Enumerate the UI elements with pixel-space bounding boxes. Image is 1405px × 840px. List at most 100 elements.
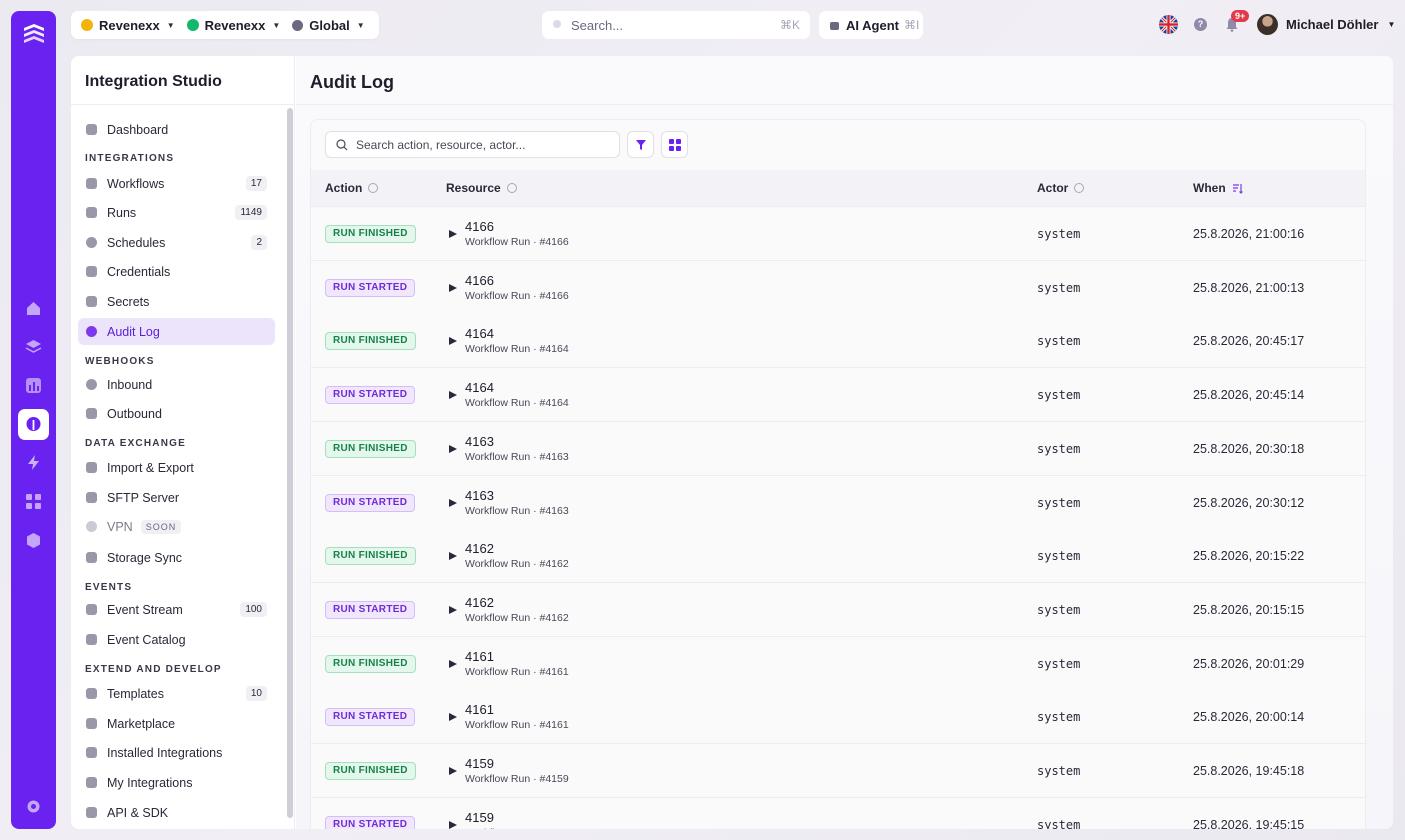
cube-icon[interactable] xyxy=(24,531,43,550)
home-icon[interactable] xyxy=(24,299,43,318)
play-icon xyxy=(449,552,457,561)
resource-type: Workflow Run · #4163 xyxy=(465,450,569,463)
sidebar-item-label: Outbound xyxy=(107,406,162,421)
resource-type: Workflow Run · #4161 xyxy=(465,719,569,732)
resource-id[interactable]: 4159 xyxy=(465,810,494,825)
sidebar-scrollbar[interactable] xyxy=(287,108,293,818)
sidebar-item-workflows[interactable]: Workflows 17 xyxy=(78,170,275,197)
sidebar-item-audit-log[interactable]: Audit Log xyxy=(78,318,275,345)
help-icon[interactable]: ? xyxy=(1194,18,1207,31)
ai-agent-button[interactable]: AI Agent ⌘I xyxy=(819,11,923,39)
table-row[interactable]: RUN STARTED 4162 Workflow Run · #4162 syste… xyxy=(311,582,1365,637)
resource-id[interactable]: 4159 xyxy=(465,756,494,771)
resource-id[interactable]: 4163 xyxy=(465,488,494,503)
page-title: Audit Log xyxy=(310,72,394,92)
content-area: Audit Log Search action, resource, actor… xyxy=(296,56,1393,829)
audit-search-input[interactable]: Search action, resource, actor... xyxy=(325,131,620,158)
sidebar-item-label: My Integrations xyxy=(107,775,193,790)
resource-type: Workflow Run · #4164 xyxy=(465,343,569,356)
sidebar-item-inbound[interactable]: Inbound xyxy=(78,371,275,398)
user-menu[interactable]: Michael Döhler ▼ xyxy=(1257,14,1395,35)
column-header-actor[interactable]: Actor xyxy=(1037,181,1085,195)
sidebar-item-my-integrations[interactable]: My Integrations xyxy=(78,769,275,796)
table-row[interactable]: RUN STARTED 4164 Workflow Run · #4164 syste… xyxy=(311,368,1365,423)
actor-value: system xyxy=(1037,549,1081,564)
sidebar-item-outbound[interactable]: Outbound xyxy=(78,400,275,427)
global-search[interactable]: Search... ⌘K xyxy=(542,11,810,39)
ai-agent-shortcut: ⌘I xyxy=(903,18,920,32)
sidebar-item-templates[interactable]: Templates 10 xyxy=(78,680,275,707)
table-row[interactable]: RUN STARTED 4159 Workflow Run · #4159 syste… xyxy=(311,797,1365,829)
divider xyxy=(296,104,1393,105)
column-header-resource[interactable]: Resource xyxy=(446,181,517,195)
sidebar-item-schedules[interactable]: Schedules 2 xyxy=(78,229,275,256)
timestamp: 25.8.2026, 20:30:12 xyxy=(1193,495,1305,510)
apps-grid-icon[interactable] xyxy=(24,492,43,511)
play-icon xyxy=(449,659,457,668)
sidebar-item-marketplace[interactable]: Marketplace xyxy=(78,710,275,737)
sidebar-item-label: Templates xyxy=(107,686,164,701)
org-pill-2[interactable]: Revenexx ▼ xyxy=(186,18,280,33)
count-badge: 1149 xyxy=(235,205,267,220)
column-header-when[interactable]: When xyxy=(1193,181,1243,195)
resource-id[interactable]: 4161 xyxy=(465,649,494,664)
settings-gear-icon[interactable] xyxy=(24,797,43,816)
sidebar-item-label: SFTP Server xyxy=(107,490,180,505)
table-row[interactable]: RUN FINISHED 4159 Workflow Run · #4159 syst… xyxy=(311,744,1365,798)
resource-id[interactable]: 4164 xyxy=(465,326,494,341)
column-header-action[interactable]: Action xyxy=(325,181,379,195)
user-name: Michael Döhler xyxy=(1286,17,1379,32)
table-row[interactable]: RUN STARTED 4163 Workflow Run · #4163 syste… xyxy=(311,475,1365,530)
language-uk-flag-icon[interactable] xyxy=(1159,15,1178,34)
play-icon xyxy=(449,767,457,775)
sidebar-item-api-sdk[interactable]: API & SDK xyxy=(78,799,275,826)
analytics-icon[interactable] xyxy=(24,376,43,395)
sidebar-item-import-export[interactable]: Import & Export xyxy=(78,454,275,481)
action-badge: RUN FINISHED xyxy=(325,547,416,566)
resource-id[interactable]: 4162 xyxy=(465,541,494,556)
region-pill[interactable]: Global ▼ xyxy=(292,18,365,33)
table-row[interactable]: RUN FINISHED 4161 Workflow Run · #4161 syst… xyxy=(311,636,1365,691)
layers-icon[interactable] xyxy=(24,337,43,356)
avatar xyxy=(1257,14,1278,35)
sidebar-item-event-catalog[interactable]: Event Catalog xyxy=(78,626,275,653)
play-icon xyxy=(449,230,457,238)
resource-id[interactable]: 4161 xyxy=(465,702,494,717)
resource-id[interactable]: 4164 xyxy=(465,380,494,395)
resource-id[interactable]: 4162 xyxy=(465,595,494,610)
table-row[interactable]: RUN FINISHED 4164 Workflow Run · #4164 syst… xyxy=(311,314,1365,369)
app-logo-icon[interactable] xyxy=(20,22,47,49)
actor-value: system xyxy=(1037,334,1081,349)
sidebar-item-secrets[interactable]: Secrets xyxy=(78,288,275,315)
sidebar-section-events: EVENTS xyxy=(85,582,133,593)
columns-button[interactable] xyxy=(661,131,688,158)
sidebar-item-credentials[interactable]: Credentials xyxy=(78,258,275,285)
audit-shield-icon xyxy=(86,326,97,337)
table-row[interactable]: RUN FINISHED 4163 Workflow Run · #4163 syst… xyxy=(311,421,1365,476)
action-badge: RUN FINISHED xyxy=(325,762,416,780)
sidebar-item-event-stream[interactable]: Event Stream 100 xyxy=(78,596,275,623)
org-pill-1[interactable]: Revenexx ▼ xyxy=(81,18,175,33)
column-header-label: Actor xyxy=(1037,181,1069,195)
sidebar-item-dashboard[interactable]: Dashboard xyxy=(78,116,275,143)
sidebar-item-installed-integrations[interactable]: Installed Integrations xyxy=(78,739,275,766)
resource-id[interactable]: 4166 xyxy=(465,219,494,234)
table-row[interactable]: RUN STARTED 4166 Workflow Run · #4166 syste… xyxy=(311,260,1365,315)
app-rail xyxy=(11,11,56,829)
filter-icon xyxy=(635,139,646,150)
integration-studio-icon[interactable] xyxy=(18,409,49,440)
resource-id[interactable]: 4163 xyxy=(465,434,494,449)
table-row[interactable]: RUN FINISHED 4162 Workflow Run · #4162 syst… xyxy=(311,529,1365,584)
filter-button[interactable] xyxy=(627,131,654,158)
resource-type: Workflow Run · #4164 xyxy=(465,397,569,410)
table-row[interactable]: RUN FINISHED 4166 Workflow Run · #4166 syst… xyxy=(311,207,1365,261)
sidebar-item-label: Import & Export xyxy=(107,460,194,475)
sidebar-item-runs[interactable]: Runs 1149 xyxy=(78,199,275,226)
resource-type: Workflow Run · #4159 xyxy=(465,827,569,829)
resource-id[interactable]: 4166 xyxy=(465,273,494,288)
sidebar-item-storage-sync[interactable]: Storage Sync xyxy=(78,544,275,571)
lightning-icon[interactable] xyxy=(24,453,43,472)
sidebar-item-sftp-server[interactable]: SFTP Server xyxy=(78,484,275,511)
table-row[interactable]: RUN STARTED 4161 Workflow Run · #4161 syste… xyxy=(311,690,1365,745)
action-badge: RUN STARTED xyxy=(325,600,416,619)
